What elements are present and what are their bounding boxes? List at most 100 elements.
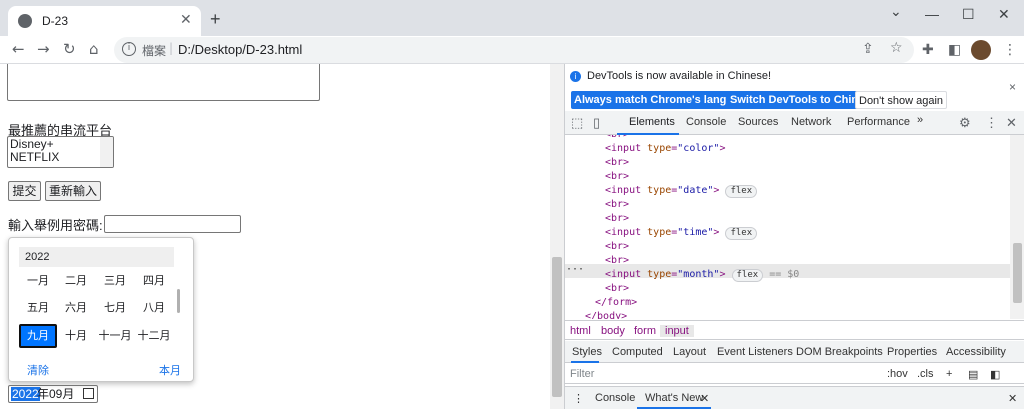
cls-button[interactable]: .cls bbox=[917, 368, 934, 380]
month-cell[interactable]: 八月 bbox=[135, 296, 173, 320]
month-cell[interactable]: 一月 bbox=[19, 269, 57, 293]
picker-scrollbar[interactable] bbox=[177, 289, 180, 313]
tab-computed[interactable]: Computed bbox=[612, 346, 663, 358]
close-devtools-icon[interactable]: ✕ bbox=[1006, 115, 1017, 131]
kebab-icon[interactable]: ⋮ bbox=[985, 115, 998, 131]
list-option[interactable]: NETFLIX bbox=[10, 151, 59, 164]
scrollbar-thumb[interactable] bbox=[1013, 243, 1022, 303]
hov-button[interactable]: :hov bbox=[887, 368, 908, 380]
breadcrumb-body[interactable]: body bbox=[601, 325, 625, 337]
sidebar-toggle-icon[interactable]: ◧ bbox=[990, 368, 1000, 381]
elements-scrollbar[interactable] bbox=[1010, 135, 1024, 319]
picker-year[interactable]: 2022 bbox=[19, 247, 174, 267]
tab-styles[interactable]: Styles bbox=[572, 346, 602, 358]
dom-node[interactable]: <input type="month"> flex == $0 bbox=[605, 268, 799, 282]
url-text[interactable]: D:/Desktop/D-23.html bbox=[178, 42, 302, 57]
reset-button[interactable]: 重新輸入 bbox=[45, 181, 101, 201]
month-cell[interactable]: 四月 bbox=[135, 269, 173, 293]
this-month-button[interactable]: 本月 bbox=[159, 362, 181, 378]
month-cell[interactable]: 九月 bbox=[19, 324, 57, 348]
dom-node[interactable]: </form> bbox=[595, 296, 637, 310]
dom-node[interactable]: <br> bbox=[605, 212, 629, 226]
close-icon[interactable]: × bbox=[1009, 80, 1016, 94]
tab-sources[interactable]: Sources bbox=[738, 116, 778, 128]
new-tab-button[interactable]: + bbox=[210, 9, 221, 30]
filter-input[interactable]: Filter bbox=[570, 368, 594, 380]
month-cell[interactable]: 五月 bbox=[19, 296, 57, 320]
dom-node[interactable]: <br> bbox=[605, 254, 629, 268]
clear-button[interactable]: 清除 bbox=[27, 362, 49, 378]
dom-node[interactable]: <br> bbox=[605, 198, 629, 212]
dom-node[interactable]: <input type="time"> flex bbox=[605, 226, 758, 240]
tab-performance[interactable]: Performance bbox=[847, 116, 910, 128]
side-panel-icon[interactable]: ◧ bbox=[948, 42, 961, 58]
reload-button[interactable]: ↻ bbox=[63, 40, 76, 58]
dom-node[interactable]: <br> bbox=[605, 240, 629, 254]
drawer-tab-console[interactable]: Console bbox=[595, 392, 635, 404]
drawer-close-icon[interactable]: ✕ bbox=[1008, 392, 1017, 405]
month-cell[interactable]: 七月 bbox=[96, 296, 134, 320]
month-input-year[interactable]: 2022 bbox=[11, 387, 40, 401]
back-button[interactable]: ← bbox=[12, 40, 25, 58]
chevron-down-icon[interactable]: ⌄ bbox=[890, 3, 902, 20]
textarea[interactable] bbox=[7, 64, 320, 101]
month-cell[interactable]: 二月 bbox=[57, 269, 95, 293]
avatar[interactable] bbox=[971, 40, 991, 60]
node-ellipsis[interactable]: ··· bbox=[566, 264, 584, 275]
dom-node[interactable]: <br> bbox=[605, 282, 629, 296]
month-cell[interactable]: 十月 bbox=[57, 324, 95, 348]
calendar-icon[interactable] bbox=[83, 388, 94, 399]
tab-properties[interactable]: Properties bbox=[887, 346, 937, 358]
extensions-icon[interactable]: ✚ bbox=[922, 42, 934, 58]
tab-layout[interactable]: Layout bbox=[673, 346, 706, 358]
info-icon[interactable]: i bbox=[122, 42, 136, 56]
drawer-tab-close-icon[interactable]: ✕ bbox=[700, 392, 709, 405]
submit-button[interactable]: 提交 bbox=[8, 181, 41, 201]
breadcrumb-form[interactable]: form bbox=[634, 325, 656, 337]
listbox-scrollbar[interactable] bbox=[100, 137, 113, 167]
month-cell[interactable]: 三月 bbox=[96, 269, 134, 293]
star-icon[interactable]: ☆ bbox=[890, 40, 903, 56]
tab-dom-breakpoints[interactable]: DOM Breakpoints bbox=[796, 346, 883, 358]
share-icon[interactable]: ⇪ bbox=[862, 41, 874, 57]
home-button[interactable]: ⌂ bbox=[89, 40, 99, 58]
dom-node[interactable]: <input type="color"> bbox=[605, 142, 725, 156]
tab-accessibility[interactable]: Accessibility bbox=[946, 346, 1006, 358]
month-cell[interactable]: 六月 bbox=[57, 296, 95, 320]
device-toggle-icon[interactable]: ▯ bbox=[593, 115, 600, 131]
page-scrollbar[interactable] bbox=[550, 64, 564, 409]
close-window-button[interactable]: ✕ bbox=[998, 6, 1010, 23]
forward-button[interactable]: → bbox=[37, 40, 50, 58]
tab-close-icon[interactable]: ✕ bbox=[180, 12, 192, 28]
breadcrumb-html[interactable]: html bbox=[570, 325, 591, 337]
tab-elements[interactable]: Elements bbox=[629, 116, 675, 128]
tab-event-listeners[interactable]: Event Listeners bbox=[717, 346, 793, 358]
dom-node[interactable]: </body> bbox=[585, 310, 627, 319]
drawer-menu-icon[interactable]: ⋮ bbox=[573, 392, 584, 405]
tab-console[interactable]: Console bbox=[686, 116, 726, 128]
browser-tab[interactable]: D-23 ✕ bbox=[8, 6, 201, 36]
inspect-icon[interactable]: ⬚ bbox=[571, 115, 583, 131]
breadcrumb-input[interactable]: input bbox=[660, 325, 694, 337]
maximize-button[interactable]: ☐ bbox=[962, 6, 975, 23]
month-cell[interactable]: 十二月 bbox=[135, 324, 173, 348]
dont-show-button[interactable]: Don't show again bbox=[855, 91, 948, 109]
dom-node[interactable]: <input type="date"> flex bbox=[605, 184, 758, 198]
password-input[interactable] bbox=[104, 215, 241, 233]
month-cell[interactable]: 十一月 bbox=[96, 324, 134, 348]
paint-icon[interactable]: ▤ bbox=[968, 368, 978, 381]
dom-node[interactable]: <br> bbox=[605, 170, 629, 184]
new-rule-button[interactable]: + bbox=[946, 368, 952, 380]
minimize-button[interactable]: — bbox=[925, 6, 939, 22]
month-input-rest[interactable]: 年09月 bbox=[37, 387, 74, 401]
more-tabs-icon[interactable]: » bbox=[917, 114, 923, 126]
address-bar[interactable]: i 檔案 | D:/Desktop/D-23.html ⇪ ☆ bbox=[114, 37, 914, 63]
menu-icon[interactable]: ⋮ bbox=[1003, 42, 1017, 58]
scrollbar-thumb[interactable] bbox=[552, 257, 562, 397]
dom-node[interactable]: <br> bbox=[605, 135, 629, 142]
dom-node[interactable]: <br> bbox=[605, 156, 629, 170]
month-input[interactable]: 2022 年09月 bbox=[8, 385, 98, 403]
tab-network[interactable]: Network bbox=[791, 116, 831, 128]
drawer-tab-whats-new[interactable]: What's New bbox=[645, 392, 703, 404]
gear-icon[interactable]: ⚙ bbox=[959, 115, 971, 131]
